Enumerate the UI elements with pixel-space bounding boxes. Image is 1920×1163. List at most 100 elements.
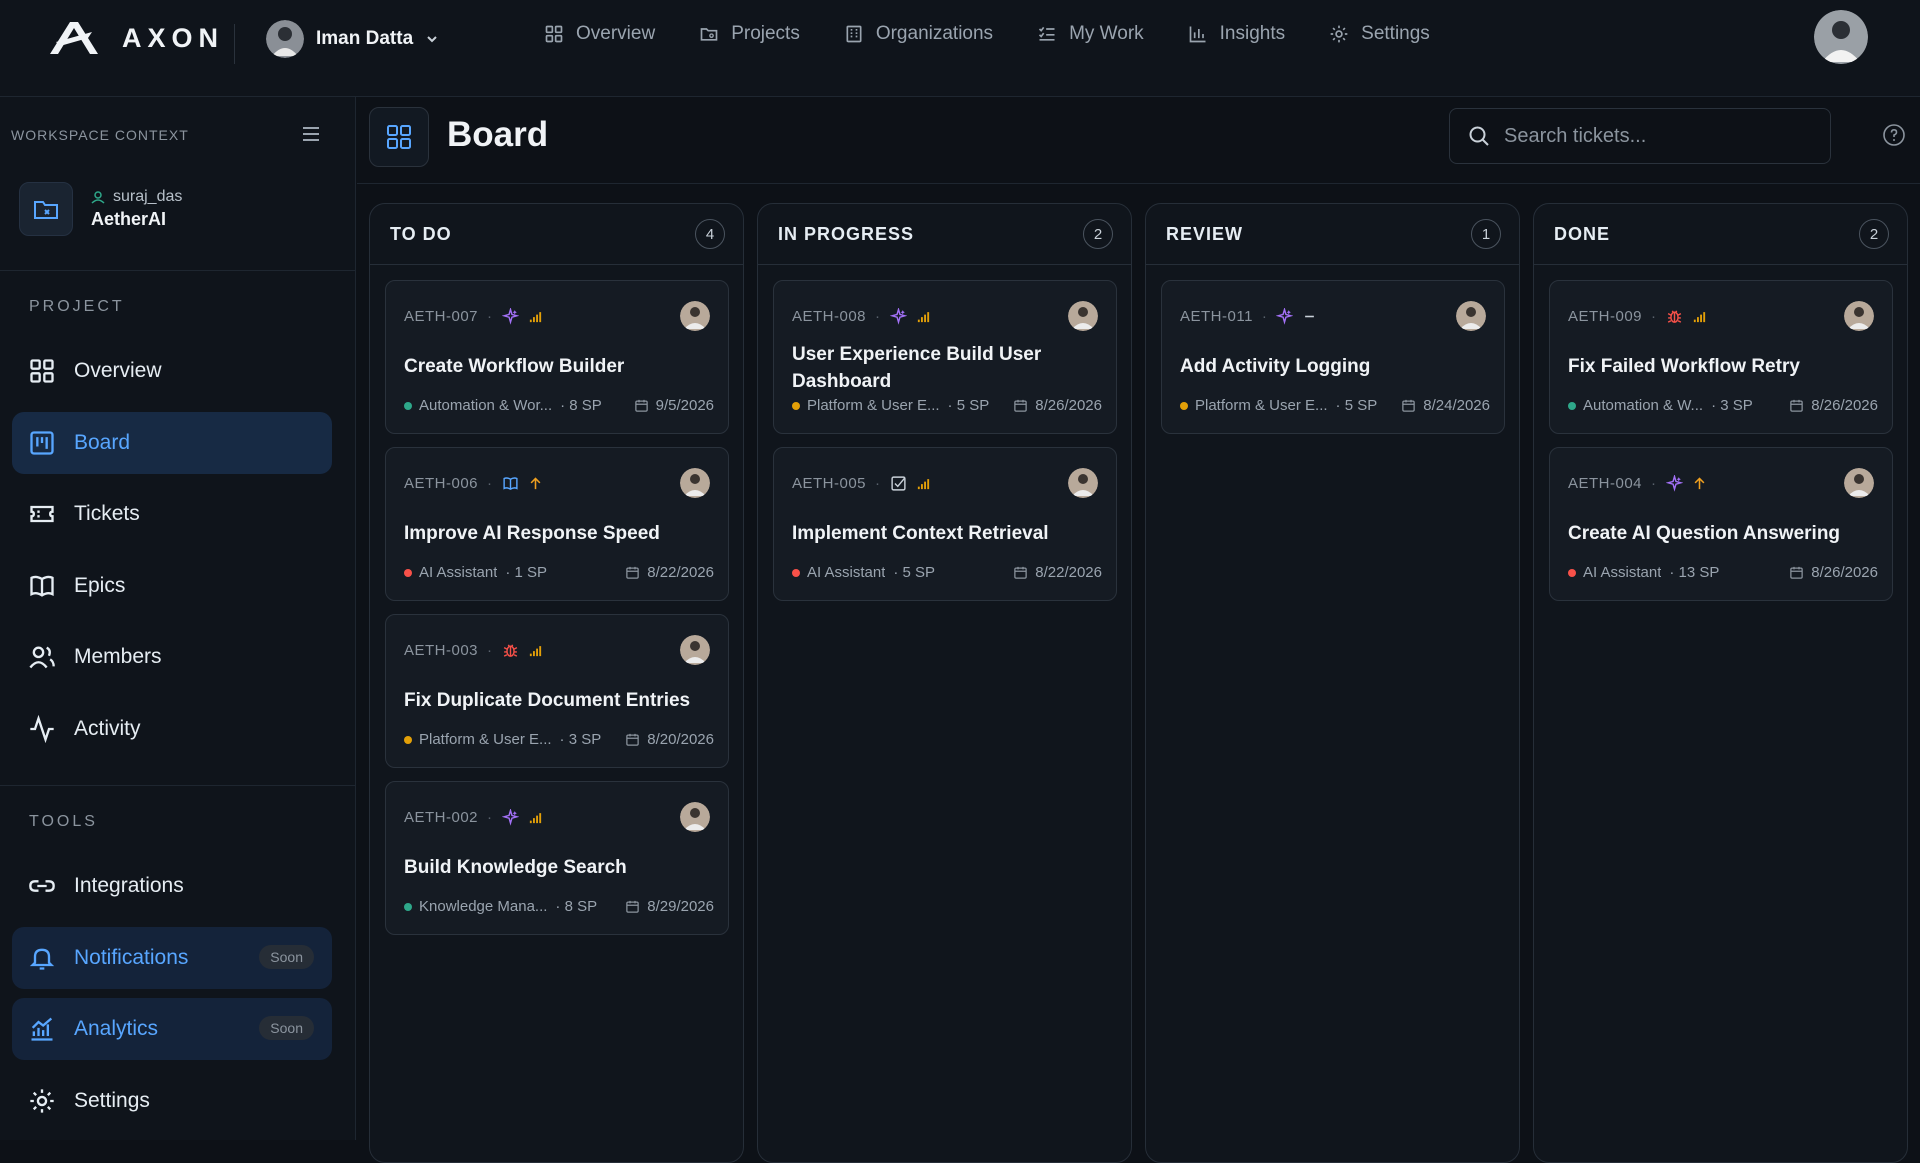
sidebar-item-tickets[interactable]: Tickets bbox=[12, 483, 332, 545]
soon-badge: Soon bbox=[259, 1016, 314, 1040]
ticket-card[interactable]: AETH-009 · Fix Failed Workflow Retry Auto… bbox=[1549, 280, 1893, 434]
bar-chart-icon bbox=[1189, 26, 1206, 43]
ticket-card[interactable]: AETH-005 · Implement Context Retrieval AI… bbox=[773, 447, 1117, 601]
ticket-id-row: AETH-003 · bbox=[404, 642, 543, 659]
due-date: 8/22/2026 bbox=[625, 564, 714, 581]
calendar-icon bbox=[626, 566, 640, 579]
priority-bars-icon bbox=[529, 813, 541, 824]
ticket-card[interactable]: AETH-008 · User Experience Build User Das… bbox=[773, 280, 1117, 434]
ticket-meta: Platform & User E... · 3 SP 8/20/2026 bbox=[404, 731, 714, 748]
calendar-icon bbox=[1790, 566, 1804, 579]
users-icon bbox=[29, 646, 55, 669]
user-switcher[interactable]: Iman Datta bbox=[266, 20, 439, 58]
epic-name: Automation & Wor... bbox=[419, 397, 553, 414]
sidebar-item-label: Activity bbox=[74, 716, 141, 740]
ticket-meta: Automation & W... · 3 SP 8/26/2026 bbox=[1568, 397, 1878, 414]
due-date: 8/26/2026 bbox=[1789, 564, 1878, 581]
assignee-avatar[interactable] bbox=[1844, 468, 1874, 498]
ticket-meta: Automation & Wor... · 8 SP 9/5/2026 bbox=[404, 397, 714, 414]
ticket-title: User Experience Build User Dashboard bbox=[792, 344, 1042, 392]
tools-section-label: TOOLS bbox=[29, 813, 98, 830]
sidebar-item-settings[interactable]: Settings bbox=[12, 1070, 332, 1132]
due-date-text: 8/29/2026 bbox=[647, 898, 714, 915]
brand[interactable]: AXON bbox=[48, 20, 224, 56]
book-icon bbox=[30, 575, 54, 597]
workspace-card[interactable]: suraj_das AetherAI bbox=[19, 182, 182, 236]
sidebar-item-analytics[interactable]: Analytics Soon bbox=[12, 998, 332, 1060]
calendar-icon bbox=[1014, 399, 1028, 412]
column-count: 2 bbox=[1859, 219, 1889, 249]
column-done: DONE 2 AETH-009 · Fix Failed Workflow Retr… bbox=[1533, 203, 1908, 1163]
column-count: 1 bbox=[1471, 219, 1501, 249]
sidebar-item-notifications[interactable]: Notifications Soon bbox=[12, 926, 332, 989]
calendar-icon bbox=[626, 900, 640, 913]
sidebar-item-board[interactable]: Board bbox=[12, 411, 332, 474]
column-header: IN PROGRESS 2 bbox=[758, 204, 1131, 265]
nav-my-work[interactable]: My Work bbox=[1037, 18, 1144, 50]
ticket-card[interactable]: AETH-003 · Fix Duplicate Document Entries… bbox=[385, 614, 729, 768]
column-header: TO DO 4 bbox=[370, 204, 743, 265]
nav-label: Insights bbox=[1219, 23, 1286, 44]
menu-icon[interactable] bbox=[300, 123, 322, 145]
story-points: · 3 SP bbox=[559, 731, 602, 748]
assignee-avatar[interactable] bbox=[1068, 301, 1098, 331]
epic-name: AI Assistant bbox=[807, 564, 886, 581]
feature-icon bbox=[1665, 475, 1683, 492]
ticket-title: Improve AI Response Speed bbox=[404, 523, 660, 544]
search-box bbox=[1449, 108, 1831, 164]
divider bbox=[0, 785, 356, 786]
ticket-title: Implement Context Retrieval bbox=[792, 523, 1049, 544]
due-date: 8/24/2026 bbox=[1401, 397, 1490, 414]
sidebar-item-epics[interactable]: Epics bbox=[12, 555, 332, 617]
ticket-card[interactable]: AETH-006 · Improve AI Response Speed AI A… bbox=[385, 447, 729, 601]
sidebar-item-overview[interactable]: Overview bbox=[12, 340, 332, 402]
sidebar-item-integrations[interactable]: Integrations bbox=[12, 855, 332, 917]
bell-icon bbox=[29, 948, 55, 970]
nav-organizations[interactable]: Organizations bbox=[844, 18, 993, 50]
ticket-icon bbox=[30, 505, 54, 523]
nav-label: Overview bbox=[576, 23, 656, 44]
due-date-text: 8/26/2026 bbox=[1811, 564, 1878, 581]
column-count: 2 bbox=[1083, 219, 1113, 249]
due-date: 8/22/2026 bbox=[1013, 564, 1102, 581]
help-icon[interactable] bbox=[1882, 123, 1906, 147]
kanban-icon bbox=[369, 107, 429, 167]
brand-name: AXON bbox=[122, 22, 225, 53]
ticket-card[interactable]: AETH-007 · Create Workflow Builder Automa… bbox=[385, 280, 729, 434]
assignee-avatar[interactable] bbox=[680, 468, 710, 498]
column-title: IN PROGRESS bbox=[778, 223, 915, 244]
sidebar-item-label: Members bbox=[74, 645, 162, 668]
ticket-meta: AI Assistant · 13 SP 8/26/2026 bbox=[1568, 564, 1878, 581]
top-bar: AXON Iman Datta Overview Projects Organiza… bbox=[0, 0, 1920, 97]
ticket-card[interactable]: AETH-011 · Add Activity Logging Platform … bbox=[1161, 280, 1505, 434]
ticket-id: AETH-008 bbox=[792, 308, 867, 325]
nav-projects[interactable]: Projects bbox=[699, 18, 800, 50]
main-nav: Overview Projects Organizations My Work Insi… bbox=[544, 18, 1430, 50]
assignee-avatar[interactable] bbox=[1068, 468, 1098, 498]
column-header: REVIEW 1 bbox=[1146, 204, 1519, 265]
nav-insights[interactable]: Insights bbox=[1188, 18, 1285, 50]
ticket-meta: Platform & User E... · 5 SP 8/24/2026 bbox=[1180, 397, 1490, 414]
soon-badge: Soon bbox=[259, 944, 314, 969]
ticket-id-row: AETH-011 · bbox=[1180, 308, 1317, 325]
sidebar-item-members[interactable]: Members bbox=[12, 626, 332, 688]
assignee-avatar[interactable] bbox=[1456, 301, 1486, 331]
ticket-id-row: AETH-004 · bbox=[1568, 475, 1707, 492]
ticket-card[interactable]: AETH-004 · Create AI Question Answering A… bbox=[1549, 447, 1893, 601]
epic-color-dot bbox=[404, 735, 412, 744]
search-input[interactable] bbox=[1504, 124, 1814, 148]
assignee-avatar[interactable] bbox=[680, 802, 710, 832]
ticket-card[interactable]: AETH-002 · Build Knowledge Search Knowled… bbox=[385, 781, 729, 935]
profile-avatar[interactable] bbox=[1814, 10, 1868, 64]
assignee-avatar[interactable] bbox=[1844, 301, 1874, 331]
priority-bars-icon bbox=[529, 312, 541, 323]
assignee-avatar[interactable] bbox=[680, 301, 710, 331]
due-date: 9/5/2026 bbox=[634, 397, 714, 414]
search-icon bbox=[1469, 126, 1489, 146]
assignee-avatar[interactable] bbox=[680, 635, 710, 665]
nav-overview[interactable]: Overview bbox=[544, 18, 655, 50]
story-points: · 1 SP bbox=[505, 564, 548, 581]
sidebar-item-activity[interactable]: Activity bbox=[12, 698, 332, 760]
nav-settings[interactable]: Settings bbox=[1329, 18, 1430, 50]
feature-icon bbox=[1276, 308, 1294, 325]
